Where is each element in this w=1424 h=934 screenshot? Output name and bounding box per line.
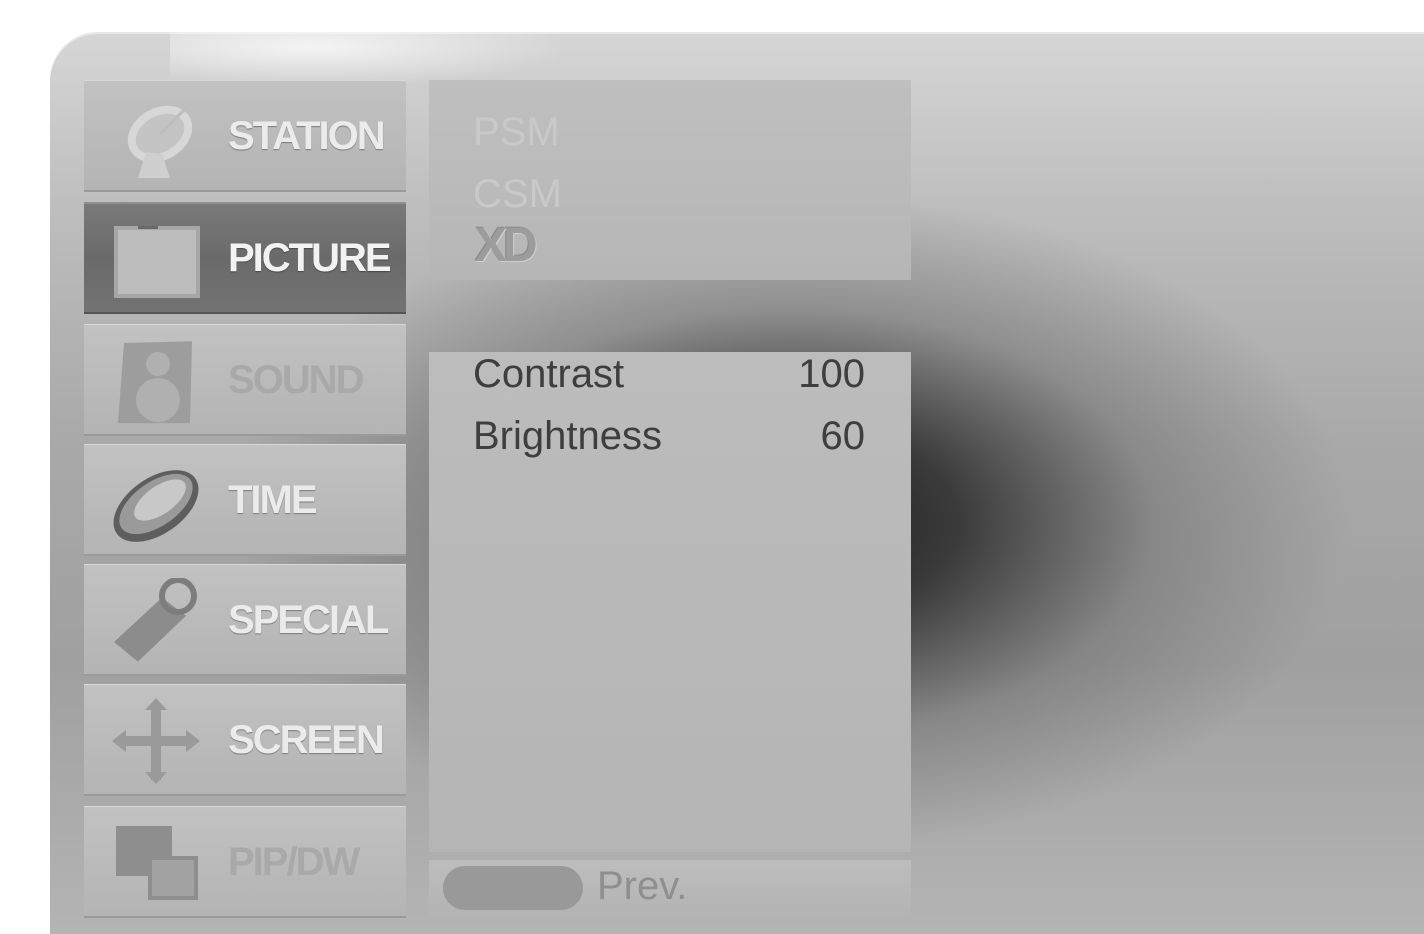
psm-option[interactable]: PSM	[473, 110, 560, 155]
menu-label-special: SPECIAL	[228, 597, 389, 642]
satellite-dish-icon	[127, 105, 193, 178]
csm-option[interactable]: CSM	[473, 172, 562, 217]
move-arrows-icon	[112, 698, 200, 784]
menu-label-screen: SCREEN	[228, 717, 385, 762]
clock-icon	[113, 470, 199, 542]
contrast-value: 100	[798, 352, 865, 396]
panel-footer: Prev.	[429, 860, 911, 918]
speaker-icon	[118, 341, 192, 424]
menu-label-station: STATION	[228, 113, 386, 158]
menu-label-picture: PICTURE	[228, 235, 392, 280]
brightness-label: Brightness	[473, 414, 662, 458]
menu-item-screen[interactable]: SCREEN	[84, 684, 406, 796]
menu-item-picture[interactable]: PICTURE	[84, 202, 406, 314]
brightness-value: 60	[820, 414, 866, 458]
menu-item-time[interactable]: TIME	[84, 444, 406, 556]
menu-key-pill[interactable]	[443, 866, 583, 910]
menu-label-sound: SOUND	[228, 357, 364, 402]
brightness-row[interactable]: Brightness 60	[473, 414, 865, 464]
menu-item-station[interactable]: STATION	[84, 80, 406, 192]
menu-item-special[interactable]: SPECIAL	[84, 564, 406, 676]
xd-logo[interactable]: XD	[475, 218, 538, 273]
picture-settings-panel: Contrast 100 Brightness 60	[429, 352, 911, 852]
key-tag-icon	[114, 578, 197, 662]
menu-label-pipdw: PIP/DW	[228, 839, 360, 884]
pip-windows-icon	[116, 826, 198, 900]
menu-item-pipdw[interactable]: PIP/DW	[84, 806, 406, 918]
contrast-label: Contrast	[473, 352, 625, 396]
menu-label-time: TIME	[228, 477, 318, 522]
contrast-row[interactable]: Contrast 100	[473, 352, 865, 402]
picture-mode-panel: PSM CSM XD	[429, 80, 911, 280]
menu-item-sound[interactable]: SOUND	[84, 324, 406, 436]
picture-frame-icon	[114, 226, 200, 298]
prev-label: Prev.	[597, 864, 688, 908]
